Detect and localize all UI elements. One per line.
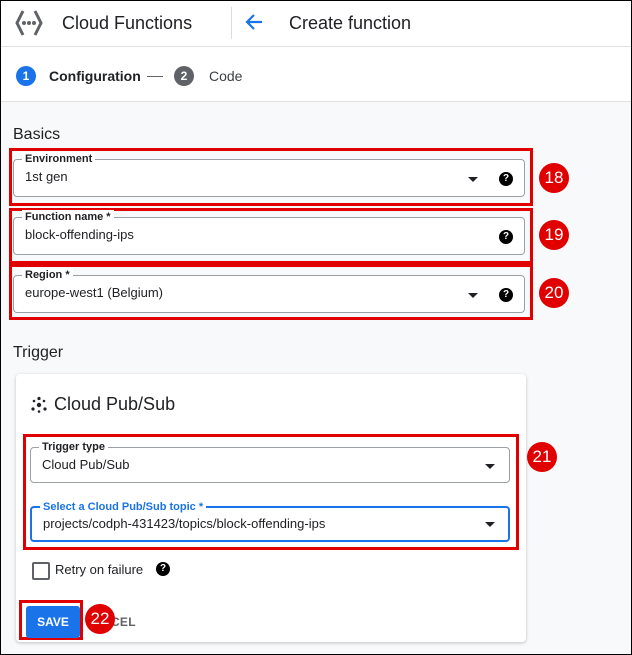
pubsub-topic-select[interactable]: Select a Cloud Pub/Sub topic * projects/… <box>30 500 510 542</box>
annotation-badge-22: 22 <box>85 604 115 634</box>
environment-label: Environment <box>22 152 96 166</box>
trigger-type-label: Trigger type <box>39 440 108 454</box>
function-name-value: block-offending-ips <box>25 227 134 242</box>
region-select[interactable]: Region * europe-west1 (Belgium) ? <box>13 268 525 313</box>
pubsub-topic-value: projects/codph-431423/topics/block-offen… <box>43 516 326 531</box>
stepper: 1 Configuration 2 Code <box>1 46 631 102</box>
page-title: Create function <box>289 13 412 33</box>
basics-heading: Basics <box>13 126 61 143</box>
step-1-number[interactable]: 1 <box>16 66 36 86</box>
trigger-type-select[interactable]: Trigger type Cloud Pub/Sub <box>30 440 510 483</box>
trigger-type-value: Cloud Pub/Sub <box>42 457 130 472</box>
help-icon[interactable]: ? <box>156 562 170 576</box>
retry-checkbox[interactable] <box>32 562 50 580</box>
pubsub-topic-label: Select a Cloud Pub/Sub topic * <box>40 500 207 514</box>
step-2-label[interactable]: Code <box>209 68 242 84</box>
dropdown-caret-icon[interactable] <box>468 177 478 182</box>
back-arrow-icon[interactable] <box>243 11 265 33</box>
top-header: Cloud Functions Create function <box>1 1 631 45</box>
help-icon[interactable]: ? <box>499 172 513 186</box>
step-separator <box>147 76 163 77</box>
step-2-number[interactable]: 2 <box>174 66 194 86</box>
trigger-heading: Trigger <box>13 344 64 361</box>
annotation-badge-21: 21 <box>527 442 557 472</box>
header-divider <box>231 7 232 39</box>
pubsub-icon <box>31 396 47 413</box>
help-icon[interactable]: ? <box>499 230 513 244</box>
dropdown-caret-icon[interactable] <box>485 522 495 527</box>
retry-label[interactable]: Retry on failure <box>55 562 143 577</box>
function-name-label: Function name * <box>22 210 114 224</box>
card-title: Cloud Pub/Sub <box>54 394 176 414</box>
region-label: Region * <box>22 268 73 282</box>
trigger-card: Cloud Pub/Sub Trigger type Cloud Pub/Sub… <box>16 374 526 642</box>
step-1-label[interactable]: Configuration <box>49 68 141 84</box>
environment-select[interactable]: Environment 1st gen ? <box>13 152 525 197</box>
dropdown-caret-icon[interactable] <box>468 293 478 298</box>
annotation-badge-20: 20 <box>539 278 569 308</box>
annotation-badge-18: 18 <box>539 163 569 193</box>
cloud-functions-logo-icon <box>15 10 43 36</box>
environment-value: 1st gen <box>25 169 68 184</box>
app-name: Cloud Functions <box>62 13 193 33</box>
help-icon[interactable]: ? <box>499 288 513 302</box>
main-content: Basics Environment 1st gen ? 18 Function… <box>1 102 631 654</box>
region-value: europe-west1 (Belgium) <box>25 285 164 300</box>
dropdown-caret-icon[interactable] <box>485 464 495 469</box>
save-button[interactable]: SAVE <box>26 606 80 638</box>
function-name-input[interactable]: Function name * block-offending-ips ? <box>13 210 525 255</box>
annotation-badge-19: 19 <box>539 220 569 250</box>
